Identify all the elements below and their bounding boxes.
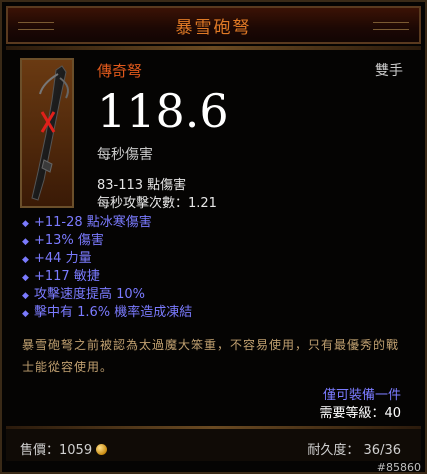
diamond-bullet-icon: ◆ — [22, 291, 29, 301]
dps-label: 每秒傷害 — [97, 147, 153, 163]
diamond-bullet-icon: ◆ — [22, 219, 29, 229]
gold-coin-icon — [96, 444, 108, 455]
affix-item: ◆ +117 敏捷 — [22, 268, 192, 286]
affix-item: ◆ 攻擊速度提高 10% — [22, 286, 192, 304]
title-divider — [6, 46, 421, 50]
item-name: 暴雪砲弩 — [175, 17, 252, 38]
item-rarity-type: 傳奇弩 — [97, 62, 143, 80]
attacks-per-second: 每秒攻擊次數：1.21 — [97, 196, 217, 211]
crossbow-icon — [31, 65, 69, 201]
affix-item: ◆ 擊中有 1.6% 機率造成凍結 — [22, 304, 192, 322]
item-image-frame — [20, 58, 74, 208]
damage-range: 83-113 點傷害 — [97, 178, 187, 193]
affix-item: ◆ +13% 傷害 — [22, 232, 192, 250]
required-level: 需要等級：40 — [319, 406, 401, 421]
durability: 耐久度： 36/36 — [307, 443, 401, 458]
unique-equipped-restriction: 僅可裝備一件 — [322, 388, 401, 403]
diamond-bullet-icon: ◆ — [22, 255, 29, 265]
post-id-tag: #85860 — [376, 461, 421, 474]
affix-item: ◆ +44 力量 — [22, 250, 192, 268]
diamond-bullet-icon: ◆ — [22, 237, 29, 247]
flavor-text: 暴雪砲弩之前被認為太過魔大笨重，不容易使用，只有最優秀的戰士能從容使用。 — [22, 338, 400, 374]
item-tooltip: 暴雪砲弩 傳奇弩 雙手 118.6 每秒傷害 83-113 點傷害 每秒攻擊次數… — [0, 0, 427, 474]
tooltip-title-bar: 暴雪砲弩 — [6, 6, 421, 44]
affix-item: ◆ +11-28 點冰寒傷害 — [22, 214, 192, 232]
title-decoration-left — [18, 22, 54, 30]
item-slot: 雙手 — [375, 63, 403, 79]
diamond-bullet-icon: ◆ — [22, 273, 29, 283]
title-decoration-right — [373, 22, 409, 30]
diamond-bullet-icon: ◆ — [22, 309, 29, 319]
dps-value: 118.6 — [97, 84, 229, 138]
sell-price: 售價：1059 — [20, 439, 108, 458]
affix-list: ◆ +11-28 點冰寒傷害 ◆ +13% 傷害 ◆ +44 力量 ◆ +117 敏捷 … — [22, 214, 192, 322]
